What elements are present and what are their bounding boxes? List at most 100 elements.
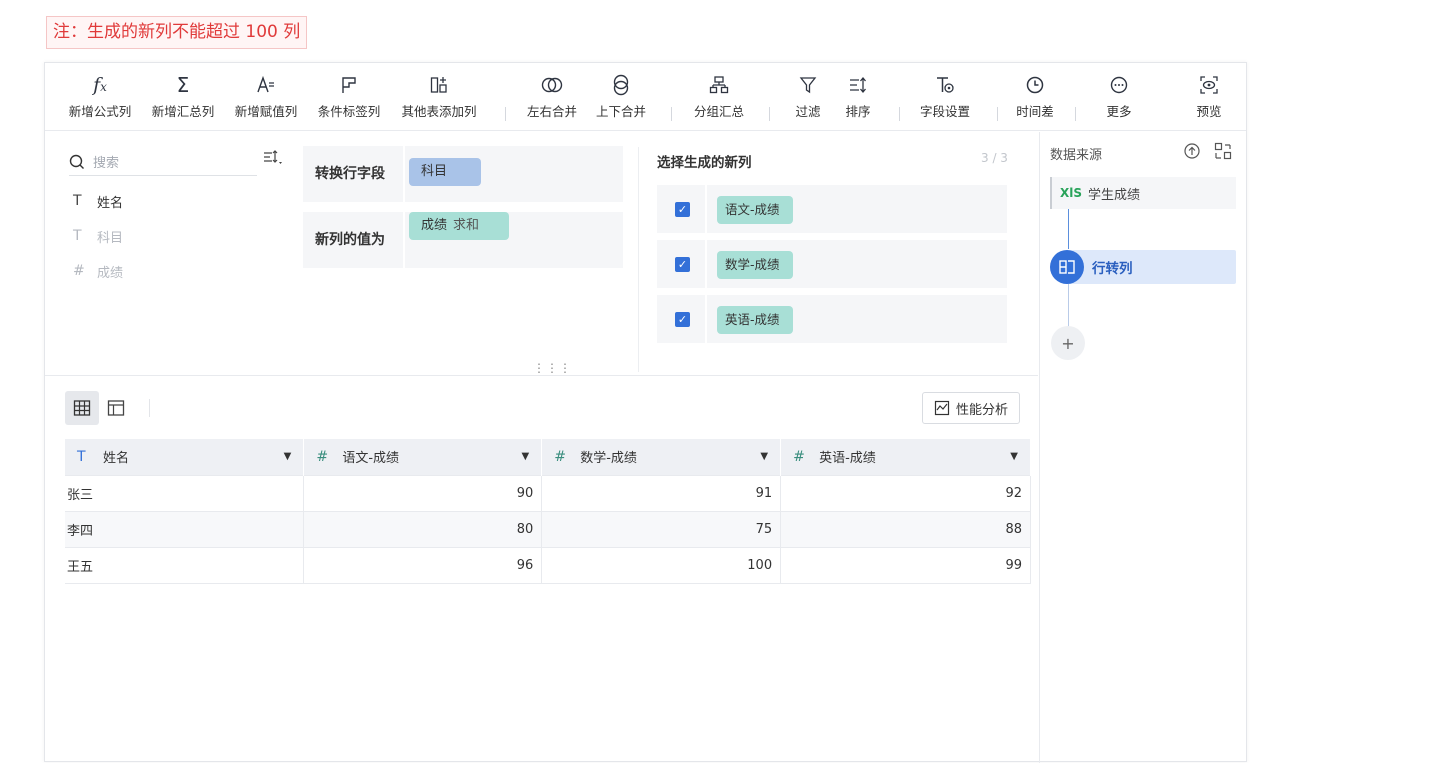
note-banner: 注：生成的新列不能超过 100 列 <box>46 16 308 49</box>
toolbar-label: 分组汇总 <box>693 104 744 119</box>
step-row-to-column[interactable]: 行转列 <box>1050 250 1236 284</box>
preview-icon <box>1185 71 1233 99</box>
more-button[interactable]: 更多 <box>1095 71 1143 127</box>
toolbar-label: 排序 <box>845 104 871 119</box>
flow-connector <box>1068 209 1069 249</box>
condition-tag-column-button[interactable]: 条件标签列 <box>312 71 386 127</box>
column-header[interactable]: # 英语-成绩 ▼ <box>780 439 1031 475</box>
toolbar-divider <box>769 107 770 121</box>
check-icon: ✓ <box>675 257 690 272</box>
value-field-name: 成绩 <box>421 218 448 233</box>
more-icon <box>1095 71 1143 99</box>
dropdown-icon[interactable]: ▼ <box>284 451 292 462</box>
table-cell[interactable]: 张三 <box>65 474 305 512</box>
column-header[interactable]: # 语文-成绩 ▼ <box>303 439 543 475</box>
new-column-item: ✓ 英语-成绩 <box>657 295 1007 343</box>
view-toggle <box>65 391 133 425</box>
table-cell[interactable]: 91 <box>541 474 782 512</box>
row-to-column-icon <box>1050 250 1084 284</box>
performance-analysis-button[interactable]: 性能分析 <box>922 392 1020 424</box>
time-diff-button[interactable]: 时间差 <box>1011 71 1059 127</box>
column-header[interactable]: # 数学-成绩 ▼ <box>541 439 782 475</box>
table-cell[interactable]: 99 <box>780 546 1031 584</box>
data-flow-sidebar: 数据来源 XlS 学生成绩 行转列 + <box>1039 132 1247 763</box>
row-field-chip[interactable]: 科目 <box>409 158 481 186</box>
add-assign-column-button[interactable]: 新增赋值列 <box>229 71 303 127</box>
table-row: 张三 90 91 92 <box>65 474 1031 512</box>
step-label: 行转列 <box>1092 261 1133 277</box>
text-type-icon: T <box>73 193 82 209</box>
dropdown-icon[interactable]: ▼ <box>1010 451 1018 462</box>
toolbar-divider <box>505 107 506 121</box>
flow-connector <box>1068 284 1069 330</box>
new-column-checkbox[interactable]: ✓ <box>657 185 705 233</box>
add-column-icon <box>395 71 483 99</box>
new-column-checkbox[interactable]: ✓ <box>657 240 705 288</box>
add-summary-column-button[interactable]: Σ 新增汇总列 <box>146 71 220 127</box>
toolbar-label: 时间差 <box>1016 104 1054 119</box>
flag-icon <box>312 71 386 99</box>
column-header[interactable]: T 姓名 ▼ <box>65 439 305 475</box>
table-cell[interactable]: 王五 <box>65 546 305 584</box>
toolbar-label: 过滤 <box>795 104 821 119</box>
toolbar-label: 字段设置 <box>919 104 970 119</box>
field-search[interactable]: 搜索 <box>69 148 257 176</box>
field-sort-icon[interactable] <box>263 150 283 170</box>
toolbar-label: 新增汇总列 <box>151 104 215 119</box>
data-source-card[interactable]: XlS 学生成绩 <box>1050 177 1236 209</box>
upload-icon[interactable] <box>1183 142 1201 164</box>
field-name: 成绩 <box>97 265 124 281</box>
add-column-from-other-table-button[interactable]: 其他表添加列 <box>395 71 483 127</box>
table-cell[interactable]: 100 <box>541 546 782 584</box>
check-icon: ✓ <box>675 312 690 327</box>
new-column-item: ✓ 数学-成绩 <box>657 240 1007 288</box>
table-cell[interactable]: 90 <box>303 474 543 512</box>
dropdown-icon[interactable]: ▼ <box>522 451 530 462</box>
row-field-dropzone[interactable]: 科目 <box>403 146 623 202</box>
add-step-button[interactable]: + <box>1051 326 1085 360</box>
field-settings-button[interactable]: 字段设置 <box>911 71 979 127</box>
toolbar-label: 更多 <box>1106 104 1132 119</box>
new-columns-title: 选择生成的新列 <box>657 155 752 171</box>
merge-vertical-button[interactable]: 上下合并 <box>590 71 652 127</box>
table-cell[interactable]: 李四 <box>65 510 305 548</box>
search-icon <box>69 154 84 169</box>
etl-editor: fx 新增公式列 Σ 新增汇总列 新增赋值列 条件标签列 其他表添加列 左右合并… <box>44 62 1247 763</box>
value-field-label: 新列的值为 <box>315 232 385 248</box>
number-type-icon: # <box>793 448 805 465</box>
number-type-icon: # <box>73 263 85 279</box>
sort-button[interactable]: 排序 <box>835 71 881 127</box>
new-column-label: 语文-成绩 <box>717 196 793 224</box>
value-field-chip[interactable]: 成绩 求和 <box>409 212 509 240</box>
panel-divider <box>638 147 639 372</box>
field-name: 姓名 <box>97 195 124 211</box>
toolbar-label: 左右合并 <box>526 104 577 119</box>
table-cell[interactable]: 75 <box>541 510 782 548</box>
table-cell[interactable]: 96 <box>303 546 543 584</box>
toolbar-divider <box>997 107 998 121</box>
value-field-agg: 求和 <box>453 218 480 233</box>
field-item[interactable]: T 科目 <box>73 225 123 247</box>
check-icon: ✓ <box>675 202 690 217</box>
merge-horizontal-button[interactable]: 左右合并 <box>521 71 583 127</box>
table-cell[interactable]: 92 <box>780 474 1031 512</box>
resize-handle[interactable]: ⋮⋮⋮ <box>533 361 572 375</box>
excel-icon: XlS <box>1060 186 1083 200</box>
new-column-checkbox[interactable]: ✓ <box>657 295 705 343</box>
layout-view-button[interactable] <box>99 391 133 425</box>
table-cell[interactable]: 88 <box>780 510 1031 548</box>
table-view-button[interactable] <box>65 391 99 425</box>
toolbar-label: 新增赋值列 <box>234 104 298 119</box>
merge-horizontal-icon <box>521 71 583 99</box>
field-item[interactable]: # 成绩 <box>73 260 123 282</box>
chart-icon <box>934 400 950 416</box>
value-field-dropzone[interactable]: 成绩 求和 <box>403 212 623 268</box>
preview-button[interactable]: 预览 <box>1185 71 1233 127</box>
dropdown-icon[interactable]: ▼ <box>760 451 768 462</box>
field-item[interactable]: T 姓名 <box>73 190 123 212</box>
filter-button[interactable]: 过滤 <box>785 71 831 127</box>
table-cell[interactable]: 80 <box>303 510 543 548</box>
layout-switch-icon[interactable] <box>1214 142 1232 164</box>
add-formula-column-button[interactable]: fx 新增公式列 <box>63 71 137 127</box>
group-summary-button[interactable]: 分组汇总 <box>685 71 753 127</box>
